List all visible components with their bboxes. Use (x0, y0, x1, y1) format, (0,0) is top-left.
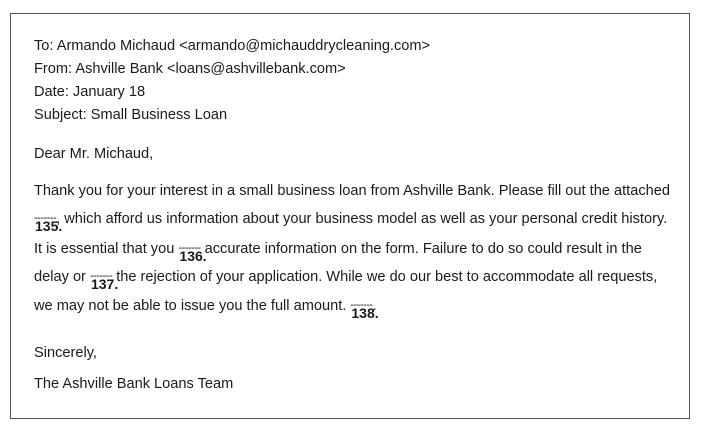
blank-136: ------- 136. (178, 240, 206, 263)
body-line-4-before: delay or (34, 269, 90, 285)
body-line-3: It is essential that you ------- 136. acc… (34, 240, 642, 263)
question-number-138: 138. (351, 305, 379, 321)
body-line-3-before: It is essential that you (34, 241, 179, 257)
blank-135: ------- 135. (34, 210, 62, 233)
body-line-2: ------- 135., which afford us information… (34, 210, 668, 233)
email-closing: Sincerely, (34, 345, 97, 361)
email-to: To: Armando Michaud <armando@michauddryc… (34, 38, 431, 54)
body-line-5-before: we may not be able to issue you the full… (34, 298, 351, 314)
question-number-136: 136. (179, 248, 207, 264)
question-number-135: 135. (35, 218, 63, 234)
blank-137: ------- 137. (90, 268, 118, 291)
email-date: Date: January 18 (34, 84, 146, 100)
body-line-4: delay or ------- 137. the rejection of yo… (34, 268, 658, 291)
body-line-4-after: the rejection of your application. While… (112, 269, 658, 285)
body-line-1: Thank you for your interest in a small b… (34, 183, 670, 199)
body-line-2-text: , which afford us information about your… (56, 211, 668, 227)
blank-138: ------- 138. (350, 297, 378, 320)
email-from: From: Ashville Bank <loans@ashvillebank.… (34, 61, 346, 77)
email-subject: Subject: Small Business Loan (34, 107, 228, 123)
body-line-3-after: accurate information on the form. Failur… (200, 241, 642, 257)
question-number-137: 137. (90, 276, 119, 292)
email-signature: The Ashville Bank Loans Team (34, 376, 234, 392)
email-greeting: Dear Mr. Michaud, (34, 146, 154, 162)
body-line-5: we may not be able to issue you the full… (34, 297, 379, 320)
